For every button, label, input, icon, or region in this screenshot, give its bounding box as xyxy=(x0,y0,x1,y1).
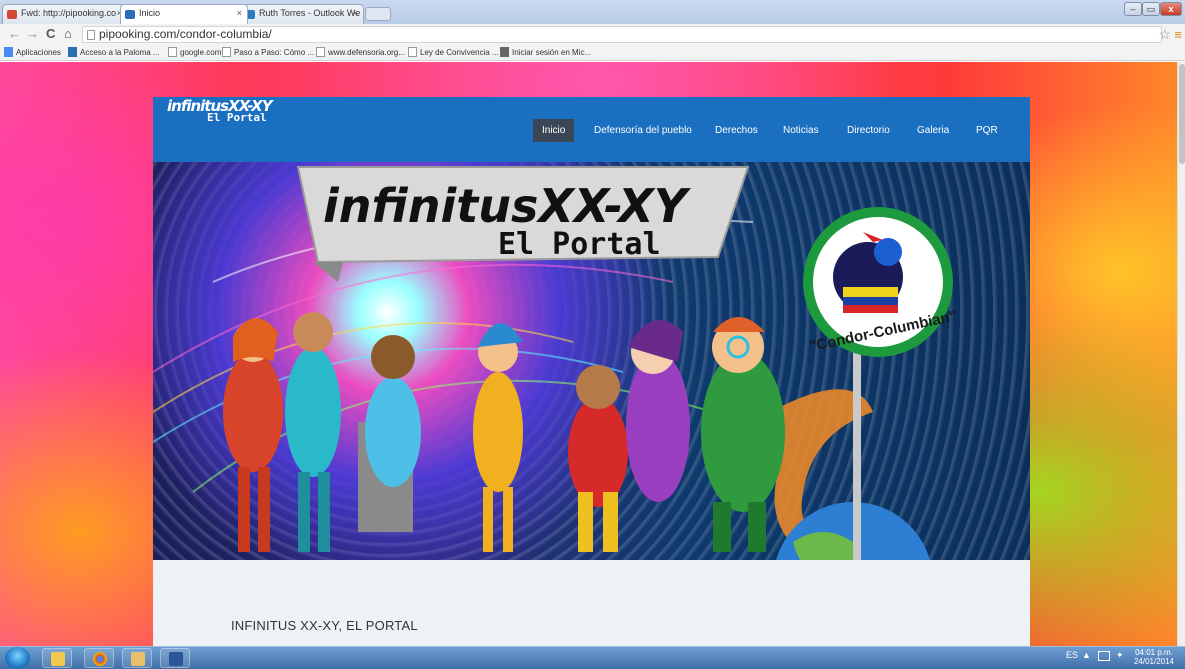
language-indicator[interactable]: ES xyxy=(1066,651,1078,660)
logo-line-2: El Portal xyxy=(207,111,267,124)
gmail-icon xyxy=(7,10,17,19)
tab-label: Fwd: http://pipooking.co xyxy=(21,8,117,18)
site-logo[interactable]: infinitusXX-XY El Portal xyxy=(167,99,273,124)
nav-galeria[interactable]: Galeria xyxy=(917,119,949,142)
bookmark-google[interactable]: google.com xyxy=(168,47,221,57)
taskbar-explorer[interactable] xyxy=(42,648,72,668)
site-icon xyxy=(68,47,77,57)
nav-defensoria[interactable]: Defensoría del pueblo xyxy=(594,119,692,142)
address-url: pipooking.com/condor-columbia/ xyxy=(99,27,272,41)
bookmark-defensoria[interactable]: www.defensoria.org... xyxy=(316,47,405,57)
bookmark-label: www.defensoria.org... xyxy=(328,48,405,57)
windows-taskbar: ES ▲ ✦ 04:01 p.m. 24/01/2014 xyxy=(0,646,1185,669)
bookmark-label: Acceso a la Paloma ... xyxy=(80,48,160,57)
bookmarks-bar: Aplicaciones Acceso a la Paloma ... goog… xyxy=(0,46,1185,61)
page-scrollbar[interactable] xyxy=(1177,62,1185,646)
home-button[interactable]: ⌂ xyxy=(64,27,72,41)
taskbar-word[interactable] xyxy=(160,648,190,668)
bookmark-paloma[interactable]: Acceso a la Paloma ... xyxy=(68,47,160,57)
chrome-icon xyxy=(93,652,107,666)
reload-button[interactable]: C xyxy=(46,27,55,41)
content-title: INFINITUS XX-XY, EL PORTAL xyxy=(231,618,418,633)
dropbox-icon[interactable]: ✦ xyxy=(1116,651,1124,660)
browser-tab-strip: Fwd: http://pipooking.co × Inicio × Ruth… xyxy=(0,0,1185,24)
banner-title-text: infinitusXX-XY xyxy=(323,179,692,233)
tray-expand-icon[interactable]: ▲ xyxy=(1082,651,1091,660)
browser-toolbar: ← → C ⌂ pipooking.com/condor-columbia/ ☆… xyxy=(0,24,1185,46)
bookmark-star-icon[interactable]: ☆ xyxy=(1158,26,1171,43)
bookmark-label: Iniciar sesión en Mic... xyxy=(512,48,592,57)
nav-directorio[interactable]: Directorio xyxy=(847,119,890,142)
bookmark-microsoft[interactable]: Iniciar sesión en Mic... xyxy=(500,47,591,57)
start-button[interactable] xyxy=(5,647,30,669)
nav-inicio[interactable]: Inicio xyxy=(533,119,575,142)
microsoft-icon xyxy=(500,47,509,57)
bookmark-apps[interactable]: Aplicaciones xyxy=(4,47,61,57)
page-icon xyxy=(168,47,177,57)
tab-inicio[interactable]: Inicio × xyxy=(120,4,248,24)
banner-subtitle-text: El Portal xyxy=(498,227,661,262)
tab-label: Inicio xyxy=(139,8,161,18)
bookmark-paso[interactable]: Paso a Paso: Cómo ... xyxy=(222,47,314,57)
nav-noticias[interactable]: Noticias xyxy=(783,119,819,142)
tab-label: Ruth Torres - Outlook We xyxy=(259,8,361,18)
hero-banner: infinitusXX-XY El Portal "Condor-Columbi… xyxy=(153,162,1030,560)
minimize-button[interactable]: – xyxy=(1124,2,1142,16)
bookmark-label: google.com xyxy=(180,48,222,57)
back-button[interactable]: ← xyxy=(8,27,21,41)
site-container: infinitusXX-XY El Portal Inicio Defensor… xyxy=(153,97,1030,646)
site-header: infinitusXX-XY El Portal Inicio Defensor… xyxy=(153,97,1030,162)
clock[interactable]: 04:01 p.m. 24/01/2014 xyxy=(1132,648,1176,666)
close-window-button[interactable]: x xyxy=(1160,2,1182,16)
characters-group xyxy=(223,312,785,552)
nav-pqr[interactable]: PQR xyxy=(976,119,998,142)
taskbar-folder[interactable] xyxy=(122,648,152,668)
scrollbar-thumb[interactable] xyxy=(1179,64,1185,164)
tab-close-icon[interactable]: × xyxy=(237,8,242,18)
hero-illustration: infinitusXX-XY El Portal "Condor-Columbi… xyxy=(153,166,958,560)
bookmark-ley[interactable]: Ley de Convivencia ... xyxy=(408,47,499,57)
bookmark-label: Paso a Paso: Cómo ... xyxy=(234,48,315,57)
tab-gmail[interactable]: Fwd: http://pipooking.co × xyxy=(2,4,128,24)
bookmark-label: Aplicaciones xyxy=(16,48,61,57)
word-icon xyxy=(169,652,183,666)
address-bar[interactable]: pipooking.com/condor-columbia/ xyxy=(82,26,1162,43)
apps-grid-icon xyxy=(4,47,13,57)
tab-outlook[interactable]: Ruth Torres - Outlook We × xyxy=(240,4,364,24)
maximize-button[interactable]: ▭ xyxy=(1142,2,1160,16)
chrome-menu-icon[interactable]: ≡ xyxy=(1174,27,1182,42)
content-section: INFINITUS XX-XY, EL PORTAL xyxy=(153,560,1030,646)
site-favicon-icon xyxy=(125,10,135,19)
bookmark-label: Ley de Convivencia ... xyxy=(420,48,499,57)
new-tab-button[interactable] xyxy=(365,7,391,21)
page-icon xyxy=(222,47,231,57)
page-icon xyxy=(87,30,95,40)
explorer-icon xyxy=(51,652,65,666)
clock-time: 04:01 p.m. xyxy=(1135,648,1173,657)
folder-icon xyxy=(131,652,145,666)
nav-derechos[interactable]: Derechos xyxy=(715,119,758,142)
taskbar-chrome[interactable] xyxy=(84,648,114,668)
tab-close-icon[interactable]: × xyxy=(353,8,358,18)
page-icon xyxy=(408,47,417,57)
clock-date: 24/01/2014 xyxy=(1133,657,1175,666)
forward-button[interactable]: → xyxy=(26,27,39,41)
page-icon xyxy=(316,47,325,57)
network-icon[interactable] xyxy=(1098,651,1110,661)
